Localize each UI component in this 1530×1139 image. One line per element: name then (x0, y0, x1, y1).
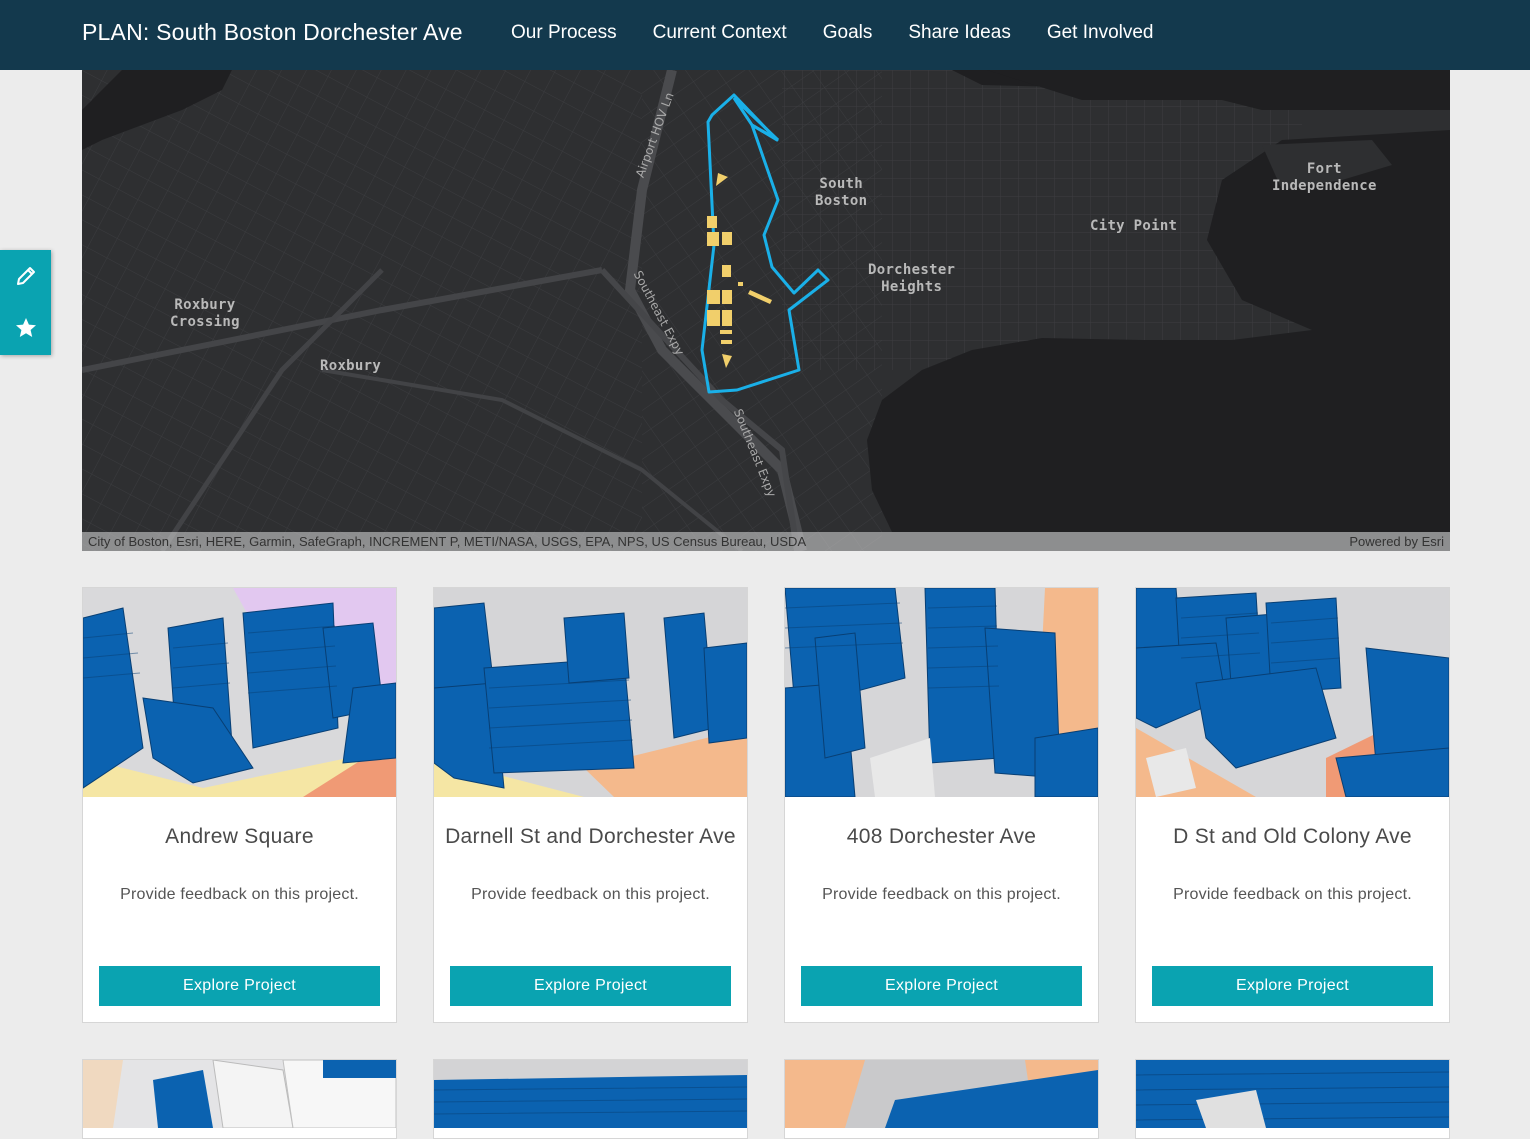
map-attribution: City of Boston, Esri, HERE, Garmin, Safe… (88, 534, 807, 549)
nav-current-context[interactable]: Current Context (653, 22, 787, 44)
project-description: Provide feedback on this project. (120, 886, 359, 903)
nav-our-process[interactable]: Our Process (511, 22, 617, 44)
powered-by-esri[interactable]: Powered by Esri (1349, 534, 1444, 549)
project-title: Darnell St and Dorchester Ave (445, 825, 736, 848)
main-nav: Our Process Current Context Goals Share … (511, 22, 1190, 44)
project-card-row2-3[interactable] (784, 1059, 1099, 1139)
explore-project-button[interactable]: Explore Project (99, 966, 380, 1006)
project-thumbnail[interactable] (1136, 1060, 1449, 1128)
label-dorchester-heights: Dorchester Heights (868, 262, 956, 295)
project-description: Provide feedback on this project. (822, 886, 1061, 903)
site-title[interactable]: PLAN: South Boston Dorchester Ave (82, 19, 463, 46)
project-card-row2-2[interactable] (433, 1059, 748, 1139)
plan-area-map[interactable]: South Boston Fort Independence City Poin… (82, 70, 1450, 551)
star-icon[interactable] (0, 302, 51, 354)
side-toolbar (0, 250, 51, 355)
nav-get-involved[interactable]: Get Involved (1047, 22, 1154, 44)
label-south-boston: South Boston (815, 176, 868, 209)
project-thumbnail[interactable] (1136, 588, 1449, 797)
project-title: 408 Dorchester Ave (846, 825, 1037, 848)
top-navigation-bar: PLAN: South Boston Dorchester Ave Our Pr… (0, 0, 1530, 70)
project-description: Provide feedback on this project. (1173, 886, 1412, 903)
project-thumbnail[interactable] (83, 1060, 396, 1128)
label-city-point: City Point (1090, 218, 1178, 234)
project-card-row2-1[interactable] (82, 1059, 397, 1139)
explore-project-button[interactable]: Explore Project (450, 966, 731, 1006)
explore-project-button[interactable]: Explore Project (1152, 966, 1433, 1006)
project-title: D St and Old Colony Ave (1173, 825, 1412, 848)
map-attribution-bar: City of Boston, Esri, HERE, Garmin, Safe… (82, 532, 1450, 551)
project-title: Andrew Square (165, 825, 314, 848)
nav-goals[interactable]: Goals (823, 22, 873, 44)
project-thumbnail[interactable] (434, 588, 747, 797)
explore-project-button[interactable]: Explore Project (801, 966, 1082, 1006)
project-thumbnail[interactable] (83, 588, 396, 797)
label-roxbury-crossing: Roxbury Crossing (170, 297, 240, 330)
project-thumbnail[interactable] (434, 1060, 747, 1128)
project-card-andrew-square[interactable]: Andrew Square Provide feedback on this p… (82, 587, 397, 1023)
project-card-408-dorchester[interactable]: 408 Dorchester Ave Provide feedback on t… (784, 587, 1099, 1023)
pencil-icon[interactable] (0, 250, 51, 302)
label-fort-independence: Fort Independence (1272, 161, 1377, 194)
project-card-row2-4[interactable] (1135, 1059, 1450, 1139)
project-card-darnell-st[interactable]: Darnell St and Dorchester Ave Provide fe… (433, 587, 748, 1023)
nav-share-ideas[interactable]: Share Ideas (908, 22, 1010, 44)
project-description: Provide feedback on this project. (471, 886, 710, 903)
project-card-d-st-old-colony[interactable]: D St and Old Colony Ave Provide feedback… (1135, 587, 1450, 1023)
project-thumbnail[interactable] (785, 588, 1098, 797)
label-roxbury: Roxbury (320, 358, 382, 374)
project-thumbnail[interactable] (785, 1060, 1098, 1128)
